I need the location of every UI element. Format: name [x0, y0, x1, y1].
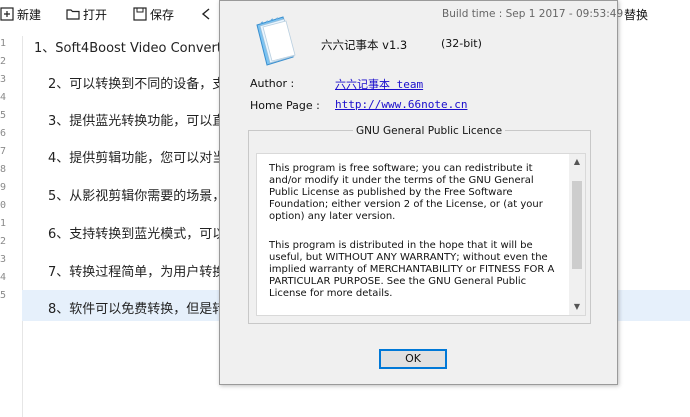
- line-number: 0: [0, 200, 7, 211]
- editor-line: 5、从影视剪辑你需要的场景，: [48, 189, 226, 204]
- line-number: 4: [0, 92, 7, 103]
- line-number-gutter: 1 2 3 4 5 6 7 8 9 0 1 2 3 4 5: [0, 36, 23, 417]
- line-number: 8: [0, 164, 7, 175]
- save-button[interactable]: 保存: [133, 5, 174, 23]
- editor-line: 4、提供剪辑功能，您可以对当: [48, 151, 226, 166]
- licence-paragraph: This program is distributed in the hope …: [269, 240, 555, 299]
- new-file-icon: [0, 7, 14, 21]
- scroll-up-arrow-icon[interactable]: ▲: [569, 154, 585, 170]
- line-number: 2: [0, 56, 7, 67]
- line-number: 6: [0, 128, 7, 139]
- ok-button[interactable]: OK: [379, 349, 447, 369]
- homepage-label: Home Page :: [250, 99, 320, 112]
- homepage-link[interactable]: http://www.66note.cn: [335, 98, 467, 111]
- line-number: 1: [0, 38, 7, 49]
- licence-scrollbar[interactable]: ▲ ▼: [569, 154, 585, 315]
- line-number: 4: [0, 272, 7, 283]
- save-disk-icon: [133, 7, 147, 21]
- new-button[interactable]: 新建: [0, 5, 41, 23]
- author-label: Author :: [250, 77, 295, 90]
- editor-line: 6、支持转换到蓝光模式，可以: [48, 227, 226, 242]
- open-folder-icon: [66, 7, 80, 21]
- build-time: Build time : Sep 1 2017 - 09:53:49: [442, 8, 624, 20]
- open-button[interactable]: 打开: [66, 5, 107, 23]
- line-number: 7: [0, 146, 7, 157]
- line-number: 9: [0, 182, 7, 193]
- about-dialog: Build time : Sep 1 2017 - 09:53:49 六六记事本…: [219, 0, 623, 385]
- editor-line: 3、提供蓝光转换功能，可以直: [48, 114, 226, 129]
- scroll-down-arrow-icon[interactable]: ▼: [569, 299, 585, 315]
- bitness: (32-bit): [441, 37, 482, 50]
- licence-title: GNU General Public Licence: [353, 125, 506, 137]
- line-number: 3: [0, 254, 7, 265]
- line-number: 2: [0, 236, 7, 247]
- new-label: 新建: [17, 7, 42, 22]
- line-number: 1: [0, 218, 7, 229]
- editor-line: 7、转换过程简单，为用户转换: [48, 265, 226, 280]
- replace-button[interactable]: 替换: [624, 5, 648, 23]
- save-label: 保存: [150, 7, 175, 22]
- editor-line: 2、可以转换到不同的设备，支: [48, 77, 226, 92]
- licence-textbox[interactable]: This program is free software; you can r…: [256, 153, 586, 316]
- line-number: 5: [0, 290, 7, 301]
- author-link[interactable]: 六六记事本 team: [335, 76, 423, 92]
- editor-line: 8、软件可以免费转换，但是转: [48, 302, 226, 317]
- line-number: 3: [0, 74, 7, 85]
- line-number: 5: [0, 110, 7, 121]
- editor-line: 1、Soft4Boost Video Converte: [34, 41, 230, 56]
- notebook-app-icon: [253, 15, 299, 67]
- app-name: 六六记事本 v1.3: [321, 38, 408, 52]
- open-label: 打开: [83, 7, 108, 22]
- undo-icon: [200, 7, 214, 21]
- replace-label: 替换: [624, 7, 649, 22]
- licence-paragraph: This program is free software; you can r…: [269, 163, 543, 222]
- scroll-thumb[interactable]: [572, 181, 582, 269]
- undo-button[interactable]: [200, 5, 217, 23]
